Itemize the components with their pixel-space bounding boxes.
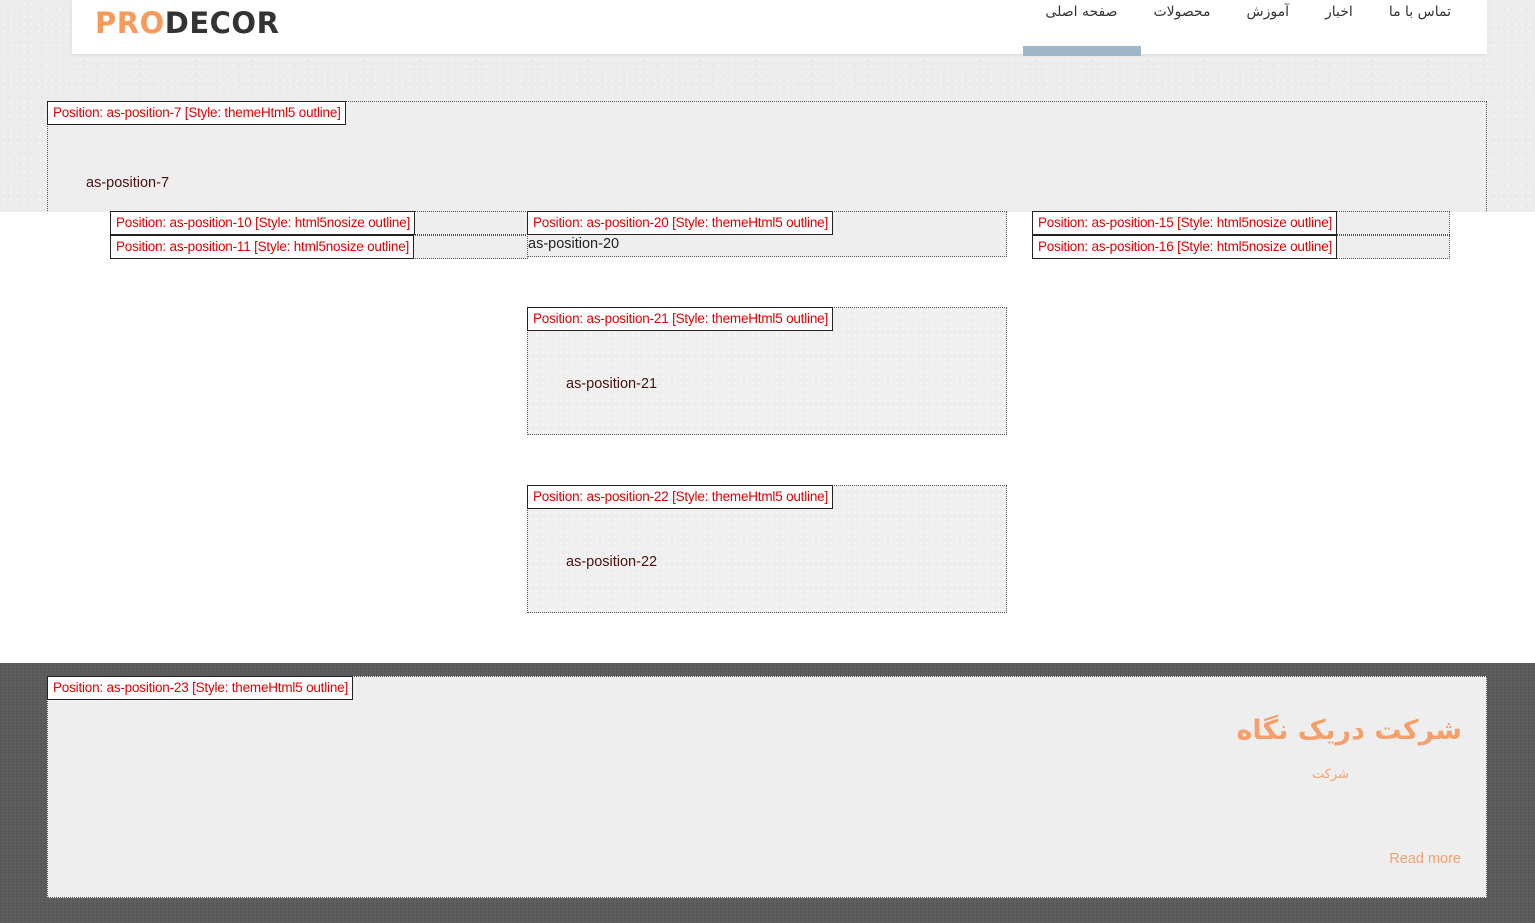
position-23-module: Position: as-position-23 [Style: themeHt… [47,676,1487,898]
position-21-module: Position: as-position-21 [Style: themeHt… [527,307,1007,435]
position-16-module: Position: as-position-16 [Style: html5no… [1032,235,1450,259]
nav-item-products[interactable]: محصولات [1135,0,1228,54]
footer-company-title: شرکت دریک نگاه [1236,715,1462,746]
position-23-label: Position: as-position-23 [Style: themeHt… [47,676,353,700]
position-20-content: as-position-20 [528,236,620,252]
position-11-module: Position: as-position-11 [Style: html5no… [110,235,528,259]
nav-item-news[interactable]: اخبار [1307,0,1371,54]
position-21-label: Position: as-position-21 [Style: themeHt… [527,307,833,331]
footer-company-subtitle: شرکت [1311,767,1349,782]
nav-item-education[interactable]: آموزش [1229,0,1307,54]
main-nav: صفحه اصلی محصولات آموزش اخبار تماس با ما [1023,0,1469,56]
position-22-content: as-position-22 [566,554,658,570]
logo-decor: DECOR [164,6,280,40]
position-20-module: Position: as-position-20 [Style: themeHt… [527,211,1007,257]
position-15-label: Position: as-position-15 [Style: html5no… [1032,211,1338,235]
position-15-module: Position: as-position-15 [Style: html5no… [1032,211,1450,235]
read-more-link[interactable]: Read more [1389,851,1461,867]
position-7-label: Position: as-position-7 [Style: themeHtm… [47,101,346,125]
position-7-module: Position: as-position-7 [Style: themeHtm… [47,101,1487,211]
site-logo[interactable]: PRODECOR [95,6,279,40]
position-22-module: Position: as-position-22 [Style: themeHt… [527,485,1007,613]
position-10-label: Position: as-position-10 [Style: html5no… [110,211,416,235]
nav-item-contact[interactable]: تماس با ما [1371,0,1469,54]
position-20-label: Position: as-position-20 [Style: themeHt… [527,211,833,235]
position-16-label: Position: as-position-16 [Style: html5no… [1032,235,1338,259]
position-22-label: Position: as-position-22 [Style: themeHt… [527,485,833,509]
nav-item-home[interactable]: صفحه اصلی [1023,0,1142,56]
logo-pro: PRO [95,6,165,40]
position-21-content: as-position-21 [566,376,658,392]
position-10-module: Position: as-position-10 [Style: html5no… [110,211,528,235]
site-header: PRODECOR صفحه اصلی محصولات آموزش اخبار ت… [72,0,1487,56]
position-11-label: Position: as-position-11 [Style: html5no… [110,235,415,259]
position-7-content: as-position-7 [86,175,170,191]
